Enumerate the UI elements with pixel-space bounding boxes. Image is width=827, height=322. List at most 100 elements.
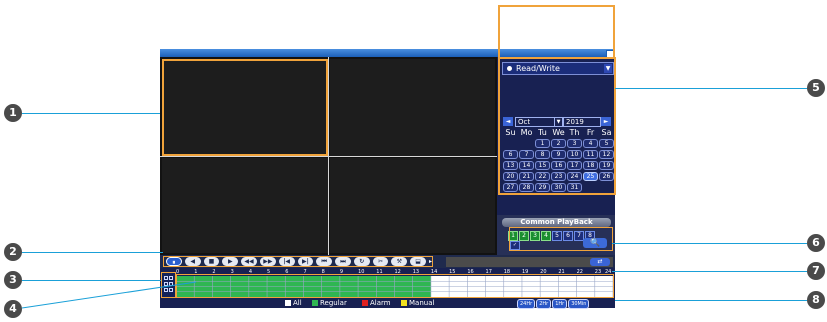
legend-regular[interactable]: Regular	[312, 298, 347, 308]
common-playback-title: Common PlayBack	[502, 218, 611, 227]
calendar-day[interactable]: 15	[535, 161, 550, 170]
zoom-button-24hr[interactable]: 24Hr	[517, 299, 536, 309]
callout-line-6	[612, 243, 807, 244]
calendar-day[interactable]: 6	[503, 150, 518, 159]
video-channel-4[interactable]	[330, 158, 495, 253]
callout-8: 8	[807, 291, 825, 309]
video-channel-1[interactable]	[162, 59, 328, 156]
checkbox-icon[interactable]	[401, 300, 407, 306]
backup-button[interactable]: ⚒	[391, 257, 408, 266]
reverse-play-button[interactable]: ◀	[184, 257, 201, 266]
calendar-empty-cell	[503, 194, 518, 203]
calendar-day[interactable]: 11	[583, 150, 598, 159]
calendar-day[interactable]: 9	[551, 150, 566, 159]
calendar-day[interactable]: 20	[503, 172, 518, 181]
callout-line-5	[615, 88, 807, 89]
calendar-day[interactable]: 7	[519, 150, 534, 159]
calendar-day[interactable]: 16	[551, 161, 566, 170]
legend-alarm[interactable]: Alarm	[362, 298, 391, 308]
legend-alarm-label: Alarm	[370, 299, 391, 307]
calendar-day[interactable]: 10	[567, 150, 582, 159]
calendar-day[interactable]: 17	[567, 161, 582, 170]
checkbox-icon[interactable]	[285, 300, 291, 306]
callout-line-7	[612, 271, 807, 272]
calendar-weekday-label: We	[552, 128, 565, 137]
zoom-button-2hr[interactable]: 2Hr	[536, 299, 552, 309]
calendar-day[interactable]: 24	[567, 172, 582, 181]
pause-button[interactable]: ⏸	[166, 257, 182, 266]
frame-forward-button[interactable]: ▶|	[297, 257, 314, 266]
legend-regular-label: Regular	[320, 299, 347, 307]
highlight-frame-search	[509, 227, 613, 251]
calendar-day[interactable]: 22	[535, 172, 550, 181]
calendar-day[interactable]: 28	[519, 183, 534, 192]
callout-1: 1	[4, 104, 22, 122]
video-channel-2[interactable]	[330, 59, 495, 156]
callout-line-4	[21, 281, 197, 309]
legend-manual[interactable]: Manual	[401, 298, 434, 308]
previous-segment-button[interactable]: ⏮	[316, 257, 333, 266]
calendar-day[interactable]: 3	[567, 139, 582, 148]
chevron-down-icon[interactable]: ▼	[554, 118, 562, 126]
calendar-day[interactable]: 4	[583, 139, 598, 148]
calendar-day[interactable]: 19	[599, 161, 614, 170]
calendar-day[interactable]: 13	[503, 161, 518, 170]
calendar-day[interactable]: 14	[519, 161, 534, 170]
calendar-weekday-label: Tu	[538, 128, 547, 137]
calendar-day[interactable]: 30	[551, 183, 566, 192]
timeline-zoom-buttons: 24Hr 2Hr 1Hr 30Min	[517, 299, 590, 309]
calendar-weekday-label: Su	[505, 128, 516, 137]
legend-manual-label: Manual	[409, 299, 435, 307]
calendar-month-select[interactable]: Oct ▼	[515, 117, 563, 127]
calendar-day[interactable]: 25	[583, 172, 598, 181]
snapshot-button[interactable]: ⬓	[410, 257, 426, 266]
calendar-day[interactable]: 31	[567, 183, 582, 192]
calendar-empty-cell	[599, 183, 614, 192]
legend-all[interactable]: All	[285, 298, 302, 308]
slow-rewind-button[interactable]: ◀◀	[241, 257, 257, 266]
radio-dot-icon	[507, 66, 512, 71]
highlight-frame-timeline	[176, 274, 614, 298]
sync-playback-button[interactable]: ⇄	[590, 258, 610, 266]
play-button[interactable]: ▶	[222, 257, 239, 266]
callout-2: 2	[4, 243, 22, 261]
calendar-weekday-label: Fr	[586, 128, 595, 137]
calendar-next-button[interactable]: ►	[601, 117, 611, 126]
next-segment-button[interactable]: ⏭	[335, 257, 351, 266]
calendar-day[interactable]: 5	[599, 139, 614, 148]
stop-button[interactable]: ■	[203, 257, 220, 266]
video-channel-3[interactable]	[162, 158, 328, 253]
chevron-down-icon[interactable]: ▼	[604, 64, 612, 73]
calendar-day[interactable]: 29	[535, 183, 550, 192]
zoom-button-1hr[interactable]: 1Hr	[552, 299, 568, 309]
control-bar-status-area	[446, 257, 613, 267]
calendar-day[interactable]: 21	[519, 172, 534, 181]
callout-line-1	[22, 113, 160, 114]
checkbox-icon[interactable]	[362, 300, 368, 306]
frame-back-button[interactable]: |◀	[278, 257, 295, 266]
calendar-weekday-label: Mo	[520, 128, 533, 137]
more-controls-arrow-icon[interactable]: ▸	[429, 258, 432, 265]
fast-forward-button[interactable]: ▶▶	[259, 257, 276, 266]
zoom-button-30min[interactable]: 30Min	[568, 299, 590, 309]
calendar-day[interactable]: 12	[599, 150, 614, 159]
calendar-empty-cell	[503, 139, 518, 148]
callout-7: 7	[807, 262, 825, 280]
calendar-day[interactable]: 8	[535, 150, 550, 159]
legend-all-label: All	[293, 299, 302, 307]
calendar-day[interactable]: 23	[551, 172, 566, 181]
calendar-day[interactable]: 18	[583, 161, 598, 170]
checkbox-icon[interactable]	[312, 300, 318, 306]
calendar-year-field[interactable]: 2019	[563, 117, 601, 127]
calendar-day[interactable]: 26	[599, 172, 614, 181]
calendar-day[interactable]: 1	[535, 139, 550, 148]
clip-button[interactable]: ✂	[372, 257, 389, 266]
calendar-grid: Su Mo Tu We Th Fr Sa 1 2 3 4 5 6 7 8 9 10 11 12 13 14 15 16 17 1…	[503, 128, 614, 203]
loop-button[interactable]: ↻	[353, 257, 370, 266]
read-write-select[interactable]: Read/Write ▼	[502, 62, 614, 75]
read-write-select-value: Read/Write	[516, 64, 560, 73]
calendar-prev-button[interactable]: ◄	[503, 117, 513, 126]
calendar-day[interactable]: 2	[551, 139, 566, 148]
callout-5: 5	[807, 79, 825, 97]
calendar-day[interactable]: 27	[503, 183, 518, 192]
